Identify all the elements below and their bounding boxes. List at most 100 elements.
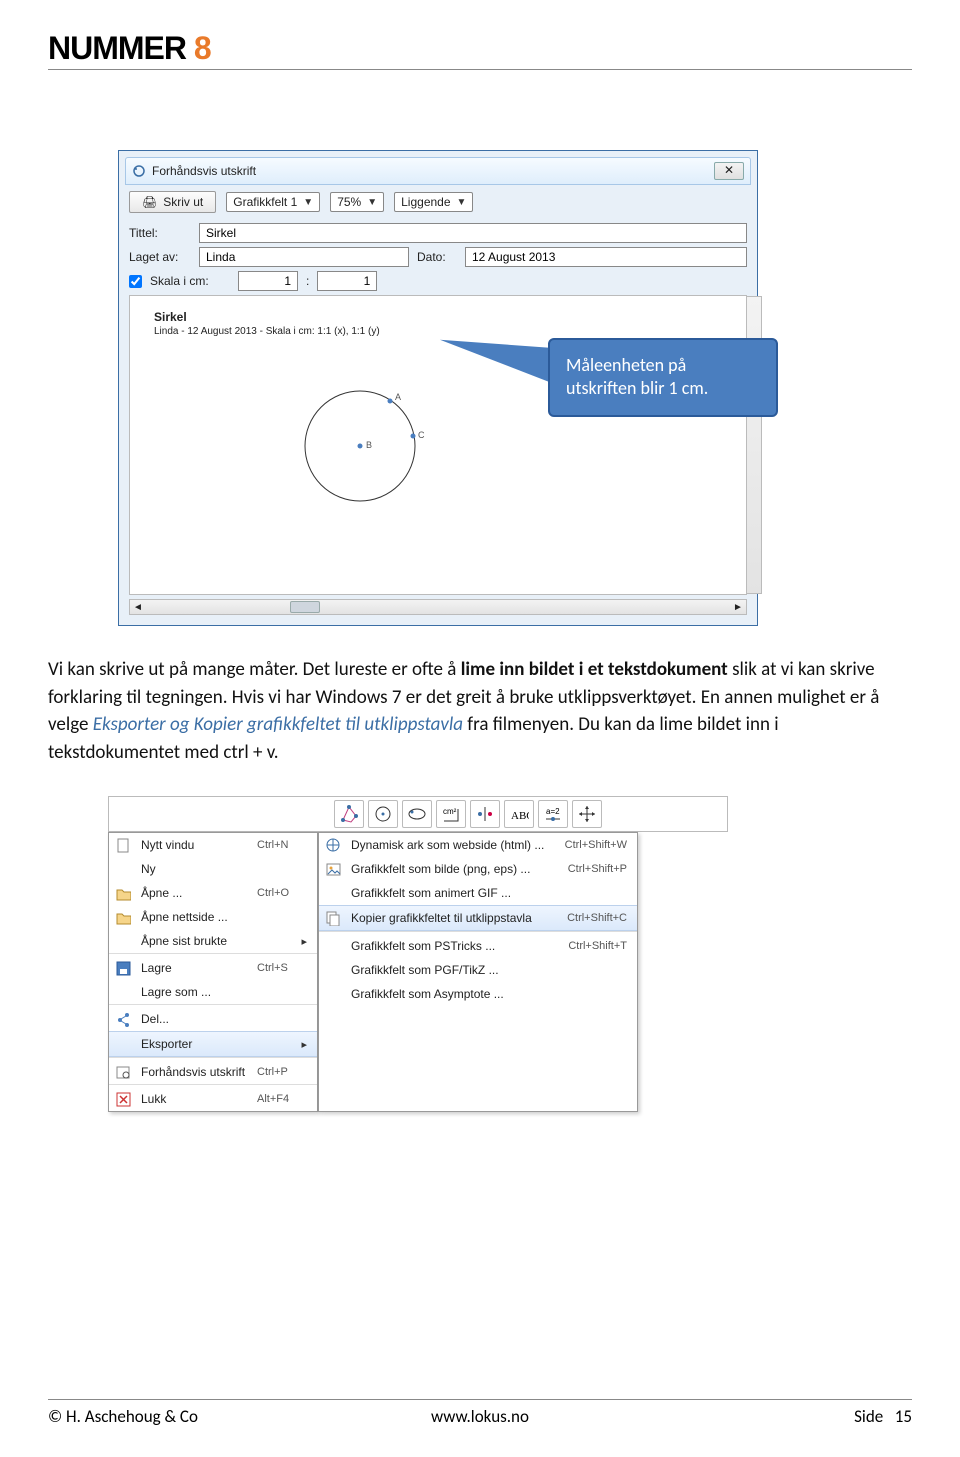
tool-slider-icon[interactable]: a=2: [538, 800, 568, 828]
file-menu-screenshot: cm² ABC a=2 Nytt vinduCtrl+NNyÅpne ...Ct…: [108, 796, 728, 1112]
menu-item-label: Grafikkfelt som PSTricks ...: [351, 939, 560, 953]
menu-item[interactable]: Forhåndsvis utskriftCtrl+P: [109, 1060, 317, 1084]
menu-item[interactable]: Grafikkfelt som Asymptote ...: [319, 982, 637, 1006]
footer-page-label: Side: [854, 1406, 883, 1427]
menu-item[interactable]: Åpne sist brukte▸: [109, 929, 317, 953]
print-button-label: Skriv ut: [163, 195, 203, 209]
chevron-down-icon: ▼: [303, 197, 313, 208]
menu-item[interactable]: Grafikkfelt som bilde (png, eps) ...Ctrl…: [319, 857, 637, 881]
header-rule: [48, 69, 912, 70]
svg-text:C: C: [418, 430, 425, 440]
menu-item-label: Grafikkfelt som Asymptote ...: [351, 987, 569, 1001]
menu-icon: [323, 938, 343, 954]
author-input[interactable]: [199, 247, 409, 267]
author-label: Laget av:: [129, 250, 191, 264]
menu-icon: [113, 837, 133, 853]
menu-item-shortcut: Ctrl+Shift+P: [568, 863, 627, 875]
menu-item[interactable]: Åpne nettside ...: [109, 905, 317, 929]
menu-item-label: Nytt vindu: [141, 838, 249, 852]
menu-item-shortcut: Ctrl+S: [257, 962, 307, 974]
menu-item-shortcut: Alt+F4: [257, 1093, 307, 1105]
menu-item[interactable]: Lagre som ...: [109, 980, 317, 1004]
menu-item-label: Lagre som ...: [141, 985, 249, 999]
scroll-thumb[interactable]: [290, 601, 320, 613]
body-paragraph: Vi kan skrive ut på mange måter. Det lur…: [48, 656, 912, 766]
print-button[interactable]: 🖨 Skriv ut: [129, 191, 216, 213]
menu-item[interactable]: Åpne ...Ctrl+O: [109, 881, 317, 905]
menu-icon: [323, 962, 343, 978]
zoom-dropdown[interactable]: 75%▼: [330, 192, 384, 212]
scale-sep: :: [306, 274, 309, 288]
close-button[interactable]: ✕: [714, 162, 744, 180]
tool-text-icon[interactable]: ABC: [504, 800, 534, 828]
dialog-title: Forhåndsvis utskrift: [152, 164, 256, 178]
menu-icon: [323, 861, 343, 877]
body-bold: lime inn bildet i et tekstdokument: [461, 658, 728, 681]
menu-item[interactable]: Del...: [109, 1007, 317, 1031]
scroll-left-icon[interactable]: ◄: [130, 600, 146, 614]
menu-item-label: Eksporter: [141, 1037, 235, 1051]
horizontal-scrollbar[interactable]: ◄ ►: [129, 599, 747, 615]
orientation-dropdown[interactable]: Liggende▼: [394, 192, 473, 212]
submenu-arrow-icon: ▸: [301, 935, 307, 948]
menu-icon: [113, 1064, 133, 1080]
menu-item[interactable]: Eksporter▸: [109, 1031, 317, 1057]
menu-icon: [113, 984, 133, 1000]
date-input[interactable]: [465, 247, 747, 267]
date-label: Dato:: [417, 250, 457, 264]
app-icon: [132, 164, 146, 178]
field-dropdown[interactable]: Grafikkfelt 1▼: [226, 192, 320, 212]
svg-text:A: A: [395, 392, 401, 402]
tool-ellipse-icon[interactable]: [402, 800, 432, 828]
menu-item-label: Del...: [141, 1012, 249, 1026]
printer-icon: 🖨: [142, 195, 157, 209]
menu-icon: [113, 1036, 133, 1052]
menu-icon: [113, 1091, 133, 1107]
body-t1: Vi kan skrive ut på mange måter. Det lur…: [48, 658, 461, 681]
preview-circle: B A C: [280, 366, 440, 526]
menu-icon: [113, 885, 133, 901]
tool-circle-icon[interactable]: [368, 800, 398, 828]
chevron-down-icon: ▼: [367, 197, 377, 208]
menu-icon: [113, 909, 133, 925]
page-footer: © H. Aschehoug & Co www.lokus.no Side 15: [48, 1399, 912, 1427]
title-input[interactable]: [199, 223, 747, 243]
tool-move-icon[interactable]: [572, 800, 602, 828]
menu-item[interactable]: Grafikkfelt som PGF/TikZ ...: [319, 958, 637, 982]
menu-item-shortcut: Ctrl+Shift+T: [568, 940, 627, 952]
menu-item[interactable]: LukkAlt+F4: [109, 1087, 317, 1111]
menu-item[interactable]: Dynamisk ark som webside (html) ...Ctrl+…: [319, 833, 637, 857]
preview-subtitle: Linda - 12 August 2013 - Skala i cm: 1:1…: [154, 326, 380, 337]
tool-reflect-icon[interactable]: [470, 800, 500, 828]
tool-angle-icon[interactable]: cm²: [436, 800, 466, 828]
menu-item[interactable]: Lagre Ctrl+S: [109, 956, 317, 980]
scale-checkbox[interactable]: [129, 275, 142, 288]
menu-item-label: Lagre: [141, 961, 249, 975]
orientation-dropdown-label: Liggende: [401, 195, 450, 209]
scale-y-input[interactable]: [317, 271, 377, 291]
scale-label: Skala i cm:: [150, 274, 230, 288]
menu-icon: [113, 861, 133, 877]
svg-text:a=2: a=2: [546, 807, 560, 816]
dialog-titlebar: Forhåndsvis utskrift ✕: [125, 157, 751, 185]
menu-item[interactable]: Grafikkfelt som animert GIF ...: [319, 881, 637, 905]
tool-polygon-icon[interactable]: [334, 800, 364, 828]
menu-item[interactable]: Grafikkfelt som PSTricks ... Ctrl+Shift+T: [319, 934, 637, 958]
menu-icon: [323, 986, 343, 1002]
menu-icon: [323, 837, 343, 853]
print-preview-dialog: Forhåndsvis utskrift ✕ 🖨 Skriv ut Grafik…: [118, 150, 758, 626]
footer-copyright: © H. Aschehoug & Co: [48, 1406, 336, 1427]
menu-item[interactable]: Ny: [109, 857, 317, 881]
scroll-right-icon[interactable]: ►: [730, 600, 746, 614]
scale-x-input[interactable]: [238, 271, 298, 291]
footer-page: Side 15: [624, 1406, 912, 1427]
svg-text:cm²: cm²: [443, 807, 457, 816]
menu-item[interactable]: Kopier grafikkfeltet til utklippstavlaCt…: [319, 905, 637, 931]
menu-item-label: Grafikkfelt som PGF/TikZ ...: [351, 963, 569, 977]
svg-text:ABC: ABC: [511, 810, 529, 822]
menu-item-shortcut: Ctrl+O: [257, 887, 307, 899]
menu-item[interactable]: Nytt vinduCtrl+N: [109, 833, 317, 857]
export-submenu: Dynamisk ark som webside (html) ...Ctrl+…: [318, 832, 638, 1112]
logo-text: NUMMER: [48, 30, 194, 66]
menu-item-shortcut: Ctrl+P: [257, 1066, 307, 1078]
